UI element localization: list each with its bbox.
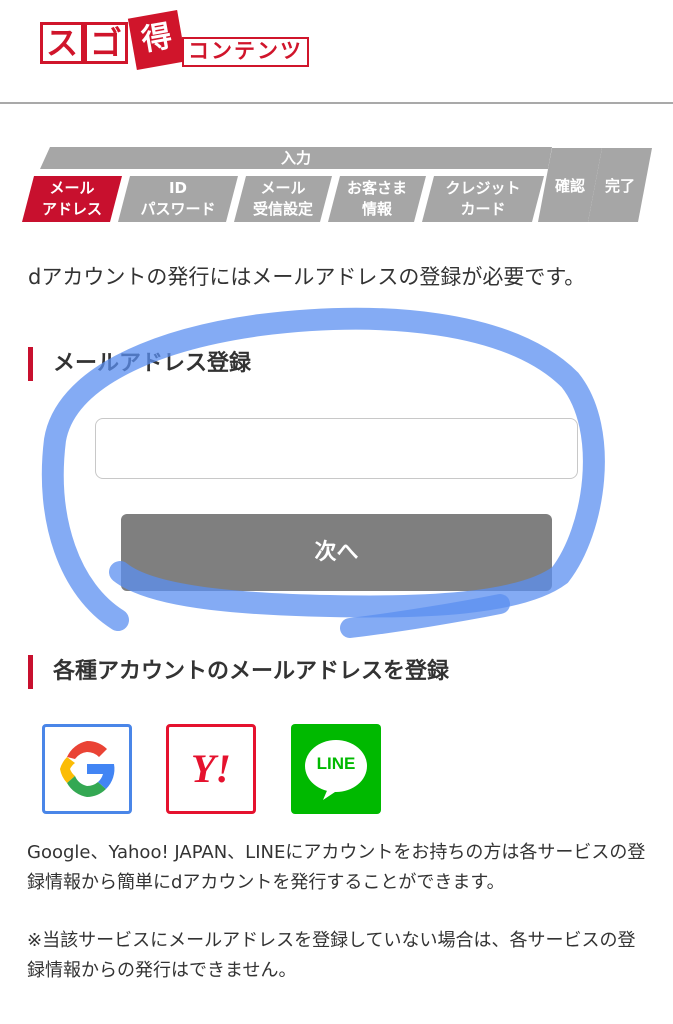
step-mail-settings: メール 受信設定 (234, 176, 332, 222)
step-label-line2: アドレス (41, 200, 102, 218)
yahoo-login-button[interactable]: Y! (166, 724, 256, 814)
step-label-line1: クレジット (445, 179, 521, 197)
step-credit-card: クレジット カード (422, 176, 544, 222)
logo-char-toku: 得 (127, 10, 187, 70)
email-section-title: メールアドレス登録 (28, 347, 251, 381)
logo-contents: コンテンツ (182, 37, 309, 67)
email-input[interactable] (95, 418, 578, 479)
yahoo-icon: Y! (191, 746, 231, 791)
social-section-title: 各種アカウントのメールアドレスを登録 (28, 655, 449, 689)
step-group-input: 入力 (40, 147, 552, 169)
step-label-line1: お客さま (346, 179, 407, 197)
google-icon (60, 740, 115, 797)
step-customer-info: お客さま 情報 (328, 176, 426, 222)
step-label-line2: 受信設定 (252, 200, 313, 218)
step-email-address: メール アドレス (22, 176, 122, 222)
social-note: Google、Yahoo! JAPAN、LINEにアカウントをお持ちの方は各サー… (27, 842, 646, 893)
logo-char-su: ス (40, 22, 84, 64)
site-logo[interactable]: ス ゴ 得 コンテンツ (40, 10, 325, 74)
google-login-button[interactable] (42, 724, 132, 814)
intro-text: dアカウントの発行にはメールアドレスの登録が必要です。 (28, 265, 586, 289)
step-label-line2: カード (460, 200, 506, 218)
page: ス ゴ 得 コンテンツ 入力 メールアドレス ID パスワード メール受信設定 お… (0, 0, 673, 1024)
step-label-line1: メール (260, 179, 306, 197)
step-label-line2: 情報 (361, 200, 392, 218)
step-label-line1: ID (168, 179, 188, 197)
next-button[interactable]: 次へ (121, 514, 552, 591)
header: ス ゴ 得 コンテンツ (0, 0, 673, 104)
logo-char-go: ゴ (84, 22, 128, 64)
line-icon-text: LINE (316, 754, 356, 773)
step-label-line1: メール (49, 179, 95, 197)
step-id-password: ID パスワード (118, 176, 238, 222)
line-login-button[interactable]: LINE (291, 724, 381, 814)
social-caution-note: ※当該サービスにメールアドレスを登録していない場合は、各サービスの登録情報からの… (27, 930, 636, 981)
step-label-line2: パスワード (140, 200, 216, 218)
